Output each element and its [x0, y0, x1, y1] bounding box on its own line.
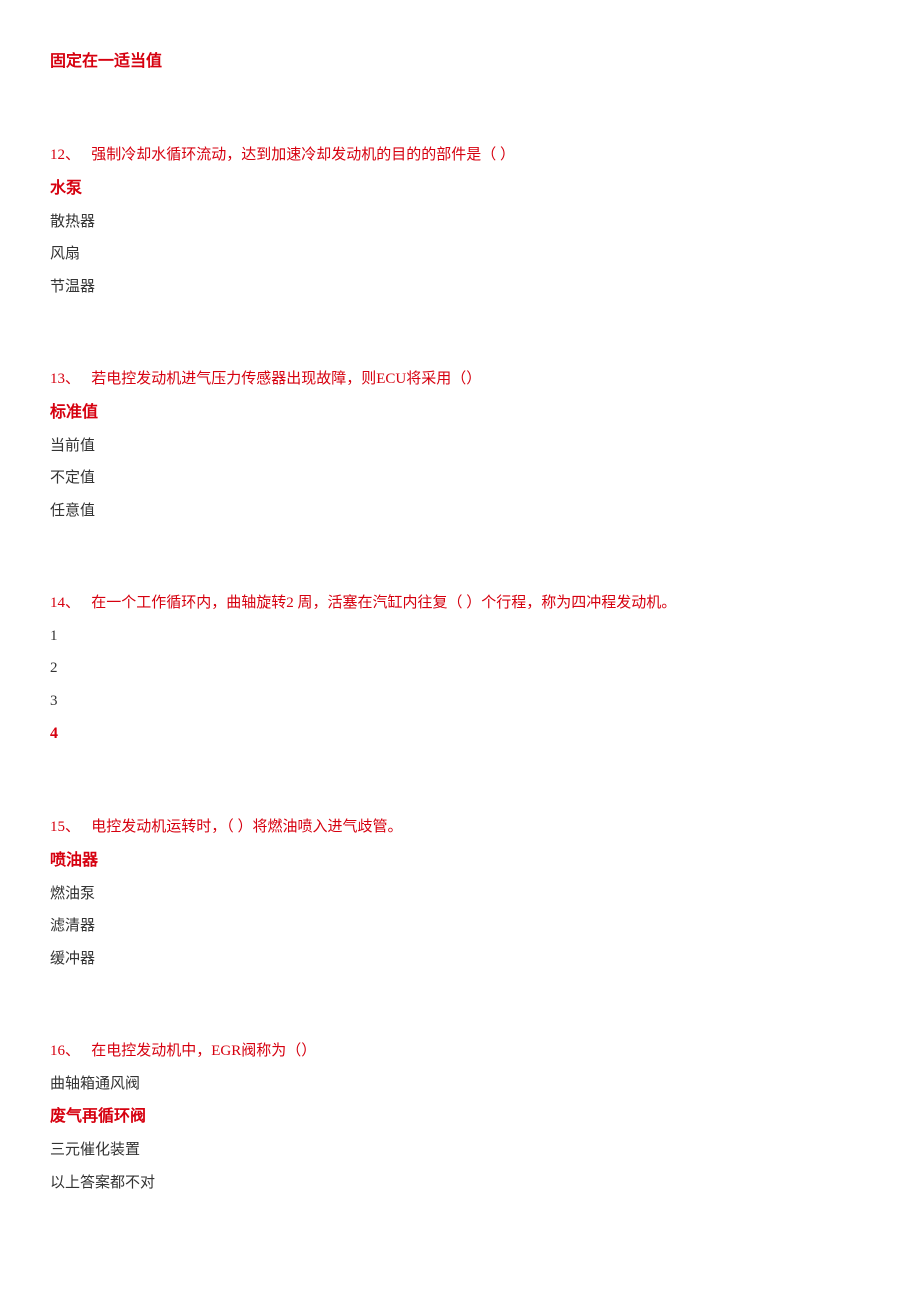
- question-block: 16、 在电控发动机中，EGR阀称为（） 曲轴箱通风阀废气再循环阀三元催化装置以上…: [50, 1040, 870, 1194]
- option: 3: [50, 690, 870, 713]
- option: 1: [50, 625, 870, 648]
- question-text: 15、 电控发动机运转时，（ ）将燃油喷入进气歧管。: [50, 816, 870, 839]
- option: 燃油泵: [50, 883, 870, 906]
- option-correct: 水泵: [50, 177, 870, 201]
- question-block: 13、 若电控发动机进气压力传感器出现故障，则ECU将采用（） 标准值当前值不定值…: [50, 368, 870, 522]
- option: 缓冲器: [50, 948, 870, 971]
- question-block: 15、 电控发动机运转时，（ ）将燃油喷入进气歧管。喷油器燃油泵滤清器缓冲器: [50, 816, 870, 970]
- question-prompt: 在一个工作循环内，曲轴旋转2 周，活塞在汽缸内往复（ ）个行程，称为四冲程发动机…: [91, 595, 676, 611]
- option: 曲轴箱通风阀: [50, 1073, 870, 1096]
- option: 节温器: [50, 276, 870, 299]
- question-text: 16、 在电控发动机中，EGR阀称为（）: [50, 1040, 870, 1063]
- option: 三元催化装置: [50, 1139, 870, 1162]
- question-number: 13、: [50, 371, 80, 387]
- heading-answer: 固定在一适当值: [50, 50, 870, 74]
- option: 2: [50, 657, 870, 680]
- question-number: 16、: [50, 1043, 80, 1059]
- option: 风扇: [50, 243, 870, 266]
- question-text: 12、 强制冷却水循环流动，达到加速冷却发动机的目的的部件是（ ）: [50, 144, 870, 167]
- question-prompt: 若电控发动机进气压力传感器出现故障，则ECU将采用（）: [91, 371, 481, 387]
- question-prompt: 在电控发动机中，EGR阀称为（）: [91, 1043, 316, 1059]
- option-correct: 喷油器: [50, 849, 870, 873]
- question-number: 14、: [50, 595, 80, 611]
- option: 滤清器: [50, 915, 870, 938]
- option: 任意值: [50, 500, 870, 523]
- question-prompt: 电控发动机运转时，（ ）将燃油喷入进气歧管。: [91, 819, 402, 835]
- question-number: 12、: [50, 147, 80, 163]
- question-block: 12、 强制冷却水循环流动，达到加速冷却发动机的目的的部件是（ ） 水泵散热器风扇…: [50, 144, 870, 298]
- question-text: 14、 在一个工作循环内，曲轴旋转2 周，活塞在汽缸内往复（ ）个行程，称为四冲…: [50, 592, 870, 615]
- option-correct: 4: [50, 722, 870, 746]
- option: 不定值: [50, 467, 870, 490]
- option: 以上答案都不对: [50, 1172, 870, 1195]
- question-number: 15、: [50, 819, 80, 835]
- option: 当前值: [50, 435, 870, 458]
- option-correct: 废气再循环阀: [50, 1105, 870, 1129]
- option-correct: 标准值: [50, 401, 870, 425]
- question-block: 14、 在一个工作循环内，曲轴旋转2 周，活塞在汽缸内往复（ ）个行程，称为四冲…: [50, 592, 870, 746]
- question-text: 13、 若电控发动机进气压力传感器出现故障，则ECU将采用（）: [50, 368, 870, 391]
- option: 散热器: [50, 211, 870, 234]
- question-prompt: 强制冷却水循环流动，达到加速冷却发动机的目的的部件是（ ）: [91, 147, 515, 163]
